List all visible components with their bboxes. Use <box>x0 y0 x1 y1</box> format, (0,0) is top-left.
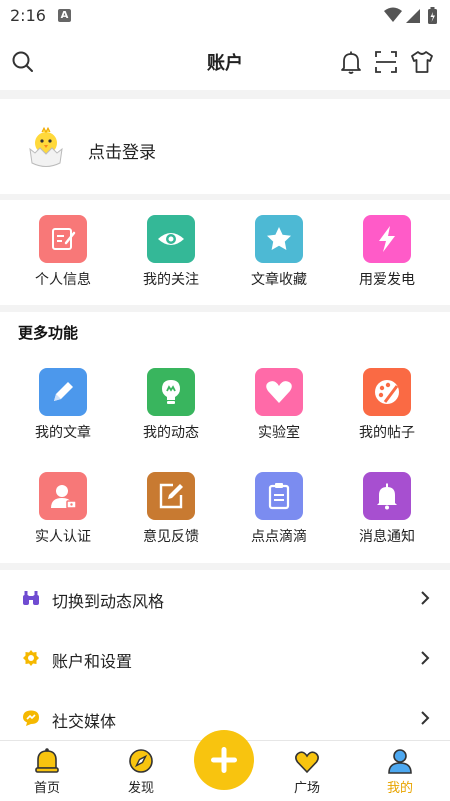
scan-icon[interactable] <box>373 49 399 75</box>
bulb-icon <box>147 368 195 416</box>
nav-label: 广场 <box>293 781 320 796</box>
quick-item-support[interactable]: 用爱发电 <box>331 215 443 289</box>
func-my-activity[interactable]: 我的动态 <box>115 368 227 442</box>
func-moments[interactable]: 点点滴滴 <box>223 472 335 546</box>
nav-square[interactable]: 广场 <box>262 741 352 801</box>
nav-discover[interactable]: 发现 <box>96 741 186 801</box>
menu-switch-style[interactable]: 切换到动态风格 <box>0 570 450 628</box>
palette-icon <box>363 368 411 416</box>
binoculars-icon <box>23 591 39 605</box>
func-label: 我的动态 <box>143 425 199 441</box>
status-time: 2:16 <box>10 6 46 25</box>
bell-icon <box>363 472 411 520</box>
login-text: 点击登录 <box>88 143 156 163</box>
status-bar: 2:16 A <box>0 0 450 32</box>
quick-item-profile[interactable]: 个人信息 <box>7 215 119 289</box>
star-icon <box>255 215 303 263</box>
app-header: 账户 <box>0 32 450 90</box>
pencil-icon <box>39 368 87 416</box>
menu-account-settings[interactable]: 账户和设置 <box>0 630 450 688</box>
login-card[interactable]: 点击登录 <box>0 99 450 194</box>
feedback-edit-icon <box>147 472 195 520</box>
nav-home[interactable]: 首页 <box>2 741 92 801</box>
heart-outline-icon <box>295 751 319 774</box>
heart-icon <box>255 368 303 416</box>
quick-item-label: 文章收藏 <box>251 272 307 288</box>
func-feedback[interactable]: 意见反馈 <box>115 472 227 546</box>
quick-item-label: 用爱发电 <box>359 272 415 288</box>
func-verification[interactable]: 实人认证 <box>7 472 119 546</box>
quick-actions: 个人信息 我的关注 文章收藏 用爱发电 <box>0 200 450 305</box>
more-functions: 更多功能 我的文章 我的动态 实验室 我的帖子 实人认证 意见反馈 点点滴滴 消… <box>0 312 450 563</box>
menu-label: 社交媒体 <box>52 712 117 731</box>
eye-icon <box>147 215 195 263</box>
chevron-right-icon <box>421 591 430 605</box>
nav-label-active: 我的 <box>386 781 413 796</box>
clipboard-icon <box>255 472 303 520</box>
quick-item-label: 个人信息 <box>35 272 91 288</box>
nav-mine[interactable]: 我的 <box>355 741 445 801</box>
notification-a-icon: A <box>58 9 71 22</box>
section-title: 更多功能 <box>18 324 79 342</box>
func-label: 我的文章 <box>35 425 91 441</box>
func-my-posts[interactable]: 我的帖子 <box>331 368 443 442</box>
quick-item-label: 我的关注 <box>143 272 199 288</box>
signal-icon <box>406 9 420 23</box>
lightning-icon <box>363 215 411 263</box>
chick-avatar-icon <box>29 126 63 167</box>
chevron-right-icon <box>421 711 430 725</box>
settings-gear-icon <box>23 650 39 666</box>
chat-bubble-icon <box>23 710 39 726</box>
add-post-button[interactable] <box>194 730 254 790</box>
func-label: 意见反馈 <box>143 529 199 545</box>
chevron-right-icon <box>421 651 430 665</box>
nav-label: 发现 <box>127 781 154 796</box>
bell-home-icon <box>35 748 59 773</box>
func-notifications[interactable]: 消息通知 <box>331 472 443 546</box>
bell-icon[interactable] <box>338 49 364 75</box>
plus-icon <box>211 747 237 773</box>
func-label: 点点滴滴 <box>251 529 307 545</box>
menu-label: 账户和设置 <box>52 652 133 671</box>
tshirt-icon[interactable] <box>409 49 435 75</box>
wifi-icon <box>384 7 402 22</box>
settings-menu: 切换到动态风格 账户和设置 社交媒体 <box>0 570 450 740</box>
quick-item-favorites[interactable]: 文章收藏 <box>223 215 335 289</box>
system-status-icons <box>384 7 437 24</box>
id-person-icon <box>39 472 87 520</box>
nav-label: 首页 <box>33 781 60 796</box>
menu-label: 切换到动态风格 <box>52 592 165 611</box>
compass-icon <box>129 749 153 773</box>
edit-note-icon <box>39 215 87 263</box>
func-label: 我的帖子 <box>359 425 415 441</box>
func-my-articles[interactable]: 我的文章 <box>7 368 119 442</box>
person-icon <box>388 749 412 774</box>
func-lab[interactable]: 实验室 <box>223 368 335 442</box>
quick-item-follows[interactable]: 我的关注 <box>115 215 227 289</box>
func-label: 消息通知 <box>359 529 415 545</box>
func-label: 实人认证 <box>35 529 91 545</box>
func-label: 实验室 <box>258 425 300 441</box>
